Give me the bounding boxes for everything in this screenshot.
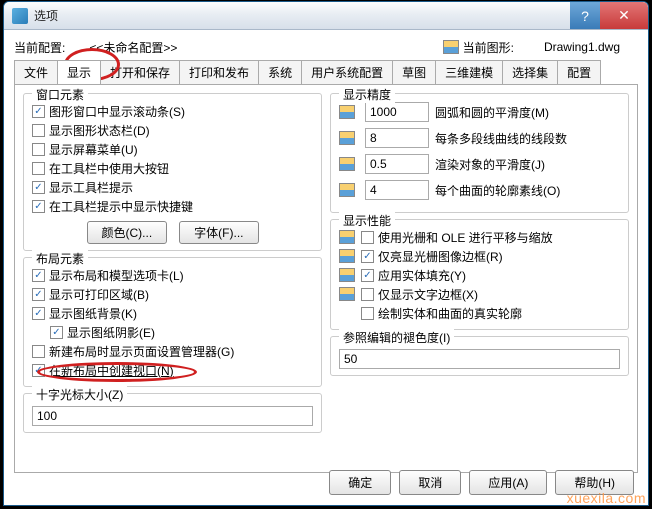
- drawing-icon: [339, 249, 355, 263]
- drawing-icon: [339, 105, 355, 119]
- highlight-raster-frame-label: 仅亮显光栅图像边框(R): [378, 248, 503, 265]
- group-window-elements: 窗口元素 ✓图形窗口中显示滚动条(S) 显示图形状态栏(D) 显示屏幕菜单(U)…: [23, 93, 322, 251]
- titlebar[interactable]: 选项 ? ✕: [4, 2, 648, 30]
- checkbox[interactable]: ✓: [32, 181, 45, 194]
- render-smoothness-input[interactable]: [365, 154, 429, 174]
- current-config-label: 当前配置:: [14, 39, 65, 56]
- window-title: 选项: [34, 7, 570, 24]
- checkbox[interactable]: ✓: [50, 326, 63, 339]
- checkbox[interactable]: [32, 143, 45, 156]
- left-column: 窗口元素 ✓图形窗口中显示滚动条(S) 显示图形状态栏(D) 显示屏幕菜单(U)…: [23, 93, 322, 464]
- tab-drafting[interactable]: 草图: [392, 60, 436, 84]
- crosshair-size-input[interactable]: [32, 406, 313, 426]
- group-title: 布局元素: [32, 250, 88, 267]
- checkbox[interactable]: ✓: [32, 105, 45, 118]
- current-drawing-value: Drawing1.dwg: [544, 40, 620, 54]
- pline-segments-label: 每条多段线曲线的线段数: [435, 130, 567, 147]
- pline-segments-input[interactable]: [365, 128, 429, 148]
- checkbox[interactable]: [32, 345, 45, 358]
- checkbox[interactable]: [32, 162, 45, 175]
- checkbox[interactable]: [361, 231, 374, 244]
- checkbox[interactable]: [361, 307, 374, 320]
- tooltips-checkbox-label: 显示工具栏提示: [49, 179, 133, 196]
- screenmenu-checkbox-label: 显示屏幕菜单(U): [49, 141, 138, 158]
- tab-system[interactable]: 系统: [258, 60, 302, 84]
- tab-body: 窗口元素 ✓ 图形窗口中显示滚动条(S) 显示图形状态栏(D) 显示屏幕菜单(U)…: [14, 85, 638, 473]
- contour-lines-label: 每个曲面的轮廓素线(O): [435, 182, 560, 199]
- group-display-precision: 显示精度 圆弧和圆的平滑度(M) 每条多段线曲线的线段数 渲染对象的平滑度(J)…: [330, 93, 629, 213]
- drawing-icon: [339, 268, 355, 282]
- options-dialog: 选项 ? ✕ 当前配置: <<未命名配置>> 当前图形: Drawing1.dw…: [3, 1, 649, 506]
- paper-bg-label: 显示图纸背景(K): [49, 305, 137, 322]
- current-drawing-label: 当前图形:: [463, 39, 514, 56]
- checkbox[interactable]: ✓: [361, 250, 374, 263]
- tab-display[interactable]: 显示: [57, 60, 101, 84]
- content: 当前配置: <<未命名配置>> 当前图形: Drawing1.dwg 文件 显示…: [4, 30, 648, 483]
- scrollbar-checkbox-label: 图形窗口中显示滚动条(S): [49, 103, 185, 120]
- group-title: 显示精度: [339, 86, 395, 103]
- tab-user-prefs[interactable]: 用户系统配置: [301, 60, 393, 84]
- apply-button[interactable]: 应用(A): [469, 470, 547, 495]
- fonts-button[interactable]: 字体(F)...: [179, 221, 258, 244]
- help-button[interactable]: ?: [570, 2, 600, 29]
- ref-fade-input[interactable]: [339, 349, 620, 369]
- window-buttons: ? ✕: [570, 2, 648, 29]
- pan-zoom-raster-label: 使用光栅和 OLE 进行平移与缩放: [378, 229, 553, 246]
- checkbox[interactable]: ✓: [32, 269, 45, 282]
- close-button[interactable]: ✕: [600, 2, 648, 29]
- group-title: 显示性能: [339, 212, 395, 229]
- page-setup-mgr-label: 新建布局时显示页面设置管理器(G): [49, 343, 234, 360]
- group-title: 窗口元素: [32, 86, 88, 103]
- current-config-value: <<未命名配置>>: [89, 39, 177, 56]
- cancel-button[interactable]: 取消: [399, 470, 461, 495]
- drawing-icon: [339, 287, 355, 301]
- printable-area-label: 显示可打印区域(B): [49, 286, 149, 303]
- contour-lines-input[interactable]: [365, 180, 429, 200]
- colors-button[interactable]: 颜色(C)...: [87, 221, 168, 244]
- drawing-icon: [339, 183, 355, 197]
- group-title: 十字光标大小(Z): [32, 386, 127, 403]
- checkbox[interactable]: [32, 124, 45, 137]
- checkbox[interactable]: ✓: [32, 307, 45, 320]
- ok-button[interactable]: 确定: [329, 470, 391, 495]
- solid-fill-label: 应用实体填充(Y): [378, 267, 466, 284]
- arc-smoothness-label: 圆弧和圆的平滑度(M): [435, 104, 549, 121]
- checkbox[interactable]: ✓: [32, 288, 45, 301]
- text-frame-only-label: 仅显示文字边框(X): [378, 286, 478, 303]
- tab-strip: 文件 显示 打开和保存 打印和发布 系统 用户系统配置 草图 三维建模 选择集 …: [14, 60, 638, 85]
- drawing-icon: [339, 230, 355, 244]
- largebuttons-checkbox-label: 在工具栏中使用大按钮: [49, 160, 169, 177]
- layout-tabs-label: 显示布局和模型选项卡(L): [49, 267, 184, 284]
- watermark: xuexila.com: [567, 490, 646, 506]
- checkbox[interactable]: ✓: [361, 269, 374, 282]
- config-row: 当前配置: <<未命名配置>> 当前图形: Drawing1.dwg: [14, 36, 638, 58]
- create-viewport-label: 在新布局中创建视口(N): [49, 362, 174, 379]
- drawing-icon: [443, 40, 459, 54]
- tab-file[interactable]: 文件: [14, 60, 58, 84]
- tab-print-publish[interactable]: 打印和发布: [179, 60, 259, 84]
- checkbox[interactable]: ✓: [32, 364, 45, 377]
- drawing-icon: [339, 157, 355, 171]
- tab-selection[interactable]: 选择集: [502, 60, 558, 84]
- group-ref-edit-fade: 参照编辑的褪色度(I): [330, 336, 629, 376]
- paper-shadow-label: 显示图纸阴影(E): [67, 324, 155, 341]
- group-display-performance: 显示性能 使用光栅和 OLE 进行平移与缩放 ✓仅亮显光栅图像边框(R) ✓应用…: [330, 219, 629, 330]
- right-column: 显示精度 圆弧和圆的平滑度(M) 每条多段线曲线的线段数 渲染对象的平滑度(J)…: [330, 93, 629, 464]
- tab-open-save[interactable]: 打开和保存: [100, 60, 180, 84]
- true-silhouettes-label: 绘制实体和曲面的真实轮廓: [378, 305, 522, 322]
- render-smoothness-label: 渲染对象的平滑度(J): [435, 156, 545, 173]
- group-layout-elements: 布局元素 ✓显示布局和模型选项卡(L) ✓显示可打印区域(B) ✓显示图纸背景(…: [23, 257, 322, 387]
- group-title: 参照编辑的褪色度(I): [339, 329, 454, 346]
- arc-smoothness-input[interactable]: [365, 102, 429, 122]
- tab-3d-modeling[interactable]: 三维建模: [435, 60, 503, 84]
- app-icon: [12, 8, 28, 24]
- checkbox[interactable]: [361, 288, 374, 301]
- checkbox[interactable]: ✓: [32, 200, 45, 213]
- shortcuts-checkbox-label: 在工具栏提示中显示快捷键: [49, 198, 193, 215]
- statusbar-checkbox-label: 显示图形状态栏(D): [49, 122, 150, 139]
- drawing-icon: [339, 131, 355, 145]
- tab-profiles[interactable]: 配置: [557, 60, 601, 84]
- group-crosshair: 十字光标大小(Z): [23, 393, 322, 433]
